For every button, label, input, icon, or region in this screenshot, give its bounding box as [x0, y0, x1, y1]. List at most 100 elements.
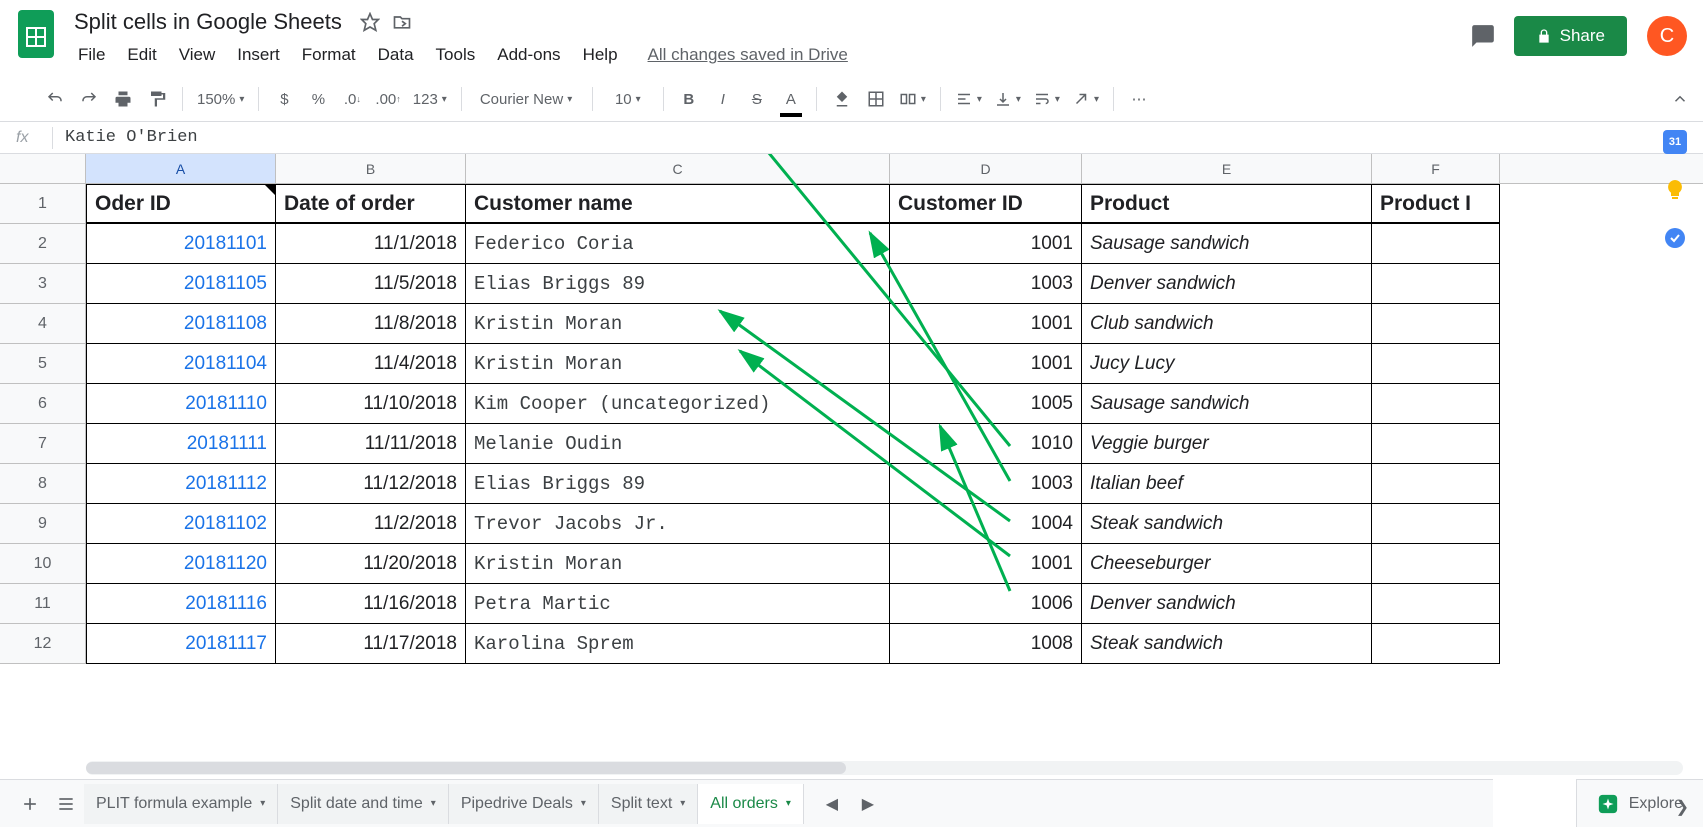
sheet-tab-menu-icon[interactable]: ▾ — [260, 798, 265, 809]
bold-button[interactable]: B — [674, 84, 704, 114]
more-formats-dropdown[interactable]: 123 — [409, 84, 451, 114]
cell-customer-name[interactable]: Elias Briggs 89 — [466, 464, 890, 504]
cell-customer-name[interactable]: Melanie Oudin — [466, 424, 890, 464]
keep-addon-icon[interactable] — [1663, 178, 1687, 202]
more-tools-button[interactable]: ⋯ — [1124, 84, 1154, 114]
italic-button[interactable]: I — [708, 84, 738, 114]
cell-customer-id[interactable]: 1001 — [890, 544, 1082, 584]
cell-order-id[interactable]: 20181101 — [86, 224, 276, 264]
percent-button[interactable]: % — [303, 84, 333, 114]
sheet-tab[interactable]: Pipedrive Deals▾ — [449, 784, 599, 824]
cell-product[interactable]: Steak sandwich — [1082, 504, 1372, 544]
cell-date[interactable]: 11/4/2018 — [276, 344, 466, 384]
sheet-tab-menu-icon[interactable]: ▾ — [581, 798, 586, 809]
horizontal-scrollbar[interactable] — [86, 761, 1683, 775]
cell-date[interactable]: 11/11/2018 — [276, 424, 466, 464]
col-header-C[interactable]: C — [466, 154, 890, 183]
cell-customer-name[interactable]: Karolina Sprem — [466, 624, 890, 664]
cell-customer-id[interactable]: 1006 — [890, 584, 1082, 624]
menu-add-ons[interactable]: Add-ons — [487, 41, 570, 69]
cell-product-extra[interactable] — [1372, 304, 1500, 344]
sheet-tab[interactable]: Split date and time▾ — [278, 784, 449, 824]
menu-format[interactable]: Format — [292, 41, 366, 69]
cell-product[interactable]: Jucy Lucy — [1082, 344, 1372, 384]
cell-product[interactable]: Italian beef — [1082, 464, 1372, 504]
cell-product-extra[interactable] — [1372, 624, 1500, 664]
cell-customer-id[interactable]: 1003 — [890, 264, 1082, 304]
cell-product[interactable]: Veggie burger — [1082, 424, 1372, 464]
scroll-tabs-right-button[interactable]: ▶ — [850, 786, 886, 822]
select-all-corner[interactable] — [0, 154, 86, 183]
cell-order-id[interactable]: 20181105 — [86, 264, 276, 304]
cell-product-extra[interactable] — [1372, 544, 1500, 584]
horizontal-align-dropdown[interactable] — [951, 84, 986, 114]
cell-customer-id[interactable]: 1001 — [890, 344, 1082, 384]
cell-customer-name[interactable]: Kristin Moran — [466, 344, 890, 384]
cell-customer-id[interactable]: 1001 — [890, 304, 1082, 344]
font-family-dropdown[interactable]: Courier New — [472, 84, 582, 114]
cell-customer-name[interactable]: Trevor Jacobs Jr. — [466, 504, 890, 544]
row-header[interactable]: 1 — [0, 184, 86, 224]
sheet-tab[interactable]: PLIT formula example▾ — [84, 784, 278, 824]
menu-tools[interactable]: Tools — [426, 41, 486, 69]
header-cell-B[interactable]: Date of order — [276, 184, 466, 224]
cell-product[interactable]: Cheeseburger — [1082, 544, 1372, 584]
cell-date[interactable]: 11/16/2018 — [276, 584, 466, 624]
borders-button[interactable] — [861, 84, 891, 114]
menu-file[interactable]: File — [68, 41, 115, 69]
account-avatar[interactable]: C — [1647, 16, 1687, 56]
cell-customer-id[interactable]: 1005 — [890, 384, 1082, 424]
cell-product[interactable]: Denver sandwich — [1082, 584, 1372, 624]
font-size-dropdown[interactable]: 10 — [603, 84, 653, 114]
cell-order-id[interactable]: 20181102 — [86, 504, 276, 544]
cell-product-extra[interactable] — [1372, 344, 1500, 384]
cell-date[interactable]: 11/1/2018 — [276, 224, 466, 264]
redo-button[interactable] — [74, 84, 104, 114]
share-button[interactable]: Share — [1514, 16, 1627, 56]
col-header-E[interactable]: E — [1082, 154, 1372, 183]
paint-format-button[interactable] — [142, 84, 172, 114]
header-cell-A[interactable]: Oder ID — [86, 184, 276, 224]
cell-customer-name[interactable]: Kristin Moran — [466, 544, 890, 584]
row-header[interactable]: 2 — [0, 224, 86, 264]
header-cell-F[interactable]: Product I — [1372, 184, 1500, 224]
col-header-B[interactable]: B — [276, 154, 466, 183]
cell-product[interactable]: Club sandwich — [1082, 304, 1372, 344]
row-header[interactable]: 4 — [0, 304, 86, 344]
text-color-button[interactable]: A — [776, 84, 806, 114]
save-status[interactable]: All changes saved in Drive — [648, 45, 848, 65]
header-cell-D[interactable]: Customer ID — [890, 184, 1082, 224]
cell-product-extra[interactable] — [1372, 224, 1500, 264]
cell-customer-name[interactable]: Kristin Moran — [466, 304, 890, 344]
cell-product-extra[interactable] — [1372, 384, 1500, 424]
menu-view[interactable]: View — [169, 41, 226, 69]
fill-color-button[interactable] — [827, 84, 857, 114]
header-cell-C[interactable]: Customer name — [466, 184, 890, 224]
cell-date[interactable]: 11/5/2018 — [276, 264, 466, 304]
decrease-decimal-button[interactable]: .0↓ — [337, 84, 367, 114]
cell-order-id[interactable]: 20181116 — [86, 584, 276, 624]
cell-order-id[interactable]: 20181117 — [86, 624, 276, 664]
cell-customer-name[interactable]: Federico Coria — [466, 224, 890, 264]
cell-product[interactable]: Denver sandwich — [1082, 264, 1372, 304]
text-wrap-dropdown[interactable] — [1029, 84, 1064, 114]
cell-customer-id[interactable]: 1001 — [890, 224, 1082, 264]
sheet-tab-menu-icon[interactable]: ▾ — [786, 798, 791, 809]
undo-button[interactable] — [40, 84, 70, 114]
cell-product-extra[interactable] — [1372, 264, 1500, 304]
cell-product-extra[interactable] — [1372, 424, 1500, 464]
row-header[interactable]: 9 — [0, 504, 86, 544]
col-header-F[interactable]: F — [1372, 154, 1500, 183]
cell-order-id[interactable]: 20181111 — [86, 424, 276, 464]
merge-cells-dropdown[interactable] — [895, 84, 930, 114]
cell-order-id[interactable]: 20181110 — [86, 384, 276, 424]
cell-customer-id[interactable]: 1003 — [890, 464, 1082, 504]
cell-product[interactable]: Steak sandwich — [1082, 624, 1372, 664]
cell-product-extra[interactable] — [1372, 464, 1500, 504]
scroll-tabs-left-button[interactable]: ◀ — [814, 786, 850, 822]
row-header[interactable]: 7 — [0, 424, 86, 464]
row-header[interactable]: 8 — [0, 464, 86, 504]
spreadsheet-grid[interactable]: A B C D E F 1Oder IDDate of orderCustome… — [0, 154, 1703, 674]
sheet-tab[interactable]: Split text▾ — [599, 784, 698, 824]
cell-order-id[interactable]: 20181120 — [86, 544, 276, 584]
